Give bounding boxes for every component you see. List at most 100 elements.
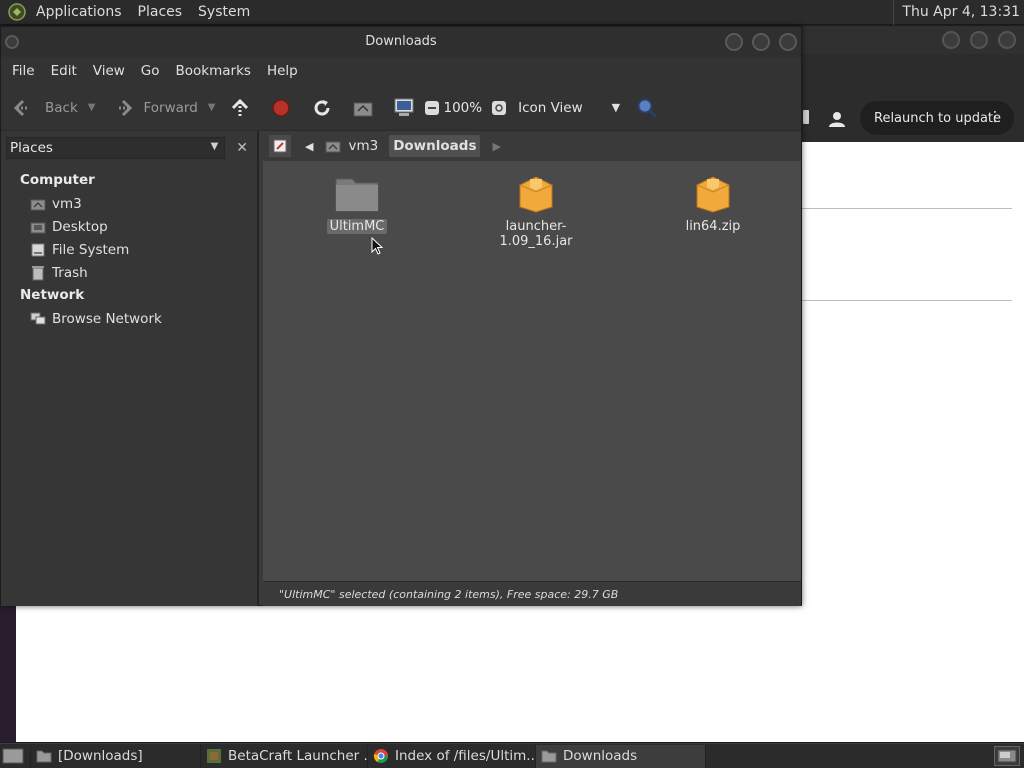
- desktop-folder-icon: [30, 219, 46, 235]
- sidebar-item-label: File System: [52, 241, 130, 258]
- show-desktop-button[interactable]: [0, 744, 31, 768]
- zoom-in-button[interactable]: [488, 92, 510, 124]
- close-sidebar-icon[interactable]: ✕: [231, 137, 253, 159]
- up-arrow-icon: [229, 97, 251, 119]
- sidebar-mode-select[interactable]: Places ▼: [6, 137, 226, 159]
- file-item[interactable]: UltimMC: [323, 173, 391, 234]
- forward-arrow-icon: [111, 97, 133, 119]
- drive-icon: [30, 242, 46, 258]
- back-button[interactable]: Back ▼: [13, 92, 95, 124]
- mouse-cursor-icon: [371, 237, 383, 255]
- computer-icon: [393, 97, 415, 119]
- crumb-vm3[interactable]: vm3: [325, 135, 378, 157]
- status-bar: "UltimMC" selected (containing 2 items),…: [263, 581, 801, 606]
- zoom-level[interactable]: 100%: [443, 92, 482, 124]
- file-item[interactable]: launcher-1.09_16.jar: [471, 173, 601, 249]
- profile-avatar-icon[interactable]: [826, 108, 848, 130]
- file-manager-window: Downloads File Edit View Go Bookmarks He…: [0, 26, 802, 606]
- file-name: lin64.zip: [685, 219, 741, 234]
- file-name: UltimMC: [326, 219, 388, 234]
- window-title: Downloads: [365, 34, 437, 49]
- folder-icon: [335, 178, 379, 212]
- sidebar-item-file-system[interactable]: File System: [1, 238, 257, 261]
- close-button[interactable]: [779, 33, 797, 51]
- home-folder-icon: [352, 97, 374, 119]
- back-arrow-icon: [13, 97, 35, 119]
- zoom-in-icon: [488, 97, 510, 119]
- toolbar: Back ▼ Forward ▼ 100% Icon View ▼: [1, 85, 801, 131]
- task-label: BetaCraft Launcher ...: [228, 748, 368, 764]
- task-downloads-minimized[interactable]: [Downloads]: [31, 744, 201, 768]
- folder-icon: [541, 748, 557, 764]
- browser-minimize-button[interactable]: [942, 31, 960, 49]
- edit-path-icon: [273, 139, 287, 153]
- crumb-downloads[interactable]: Downloads: [389, 135, 481, 157]
- sidebar-item-browse-network[interactable]: Browse Network: [1, 307, 257, 330]
- home-folder-icon: [30, 196, 46, 212]
- stop-button[interactable]: [270, 92, 292, 124]
- sidebar-item-label: vm3: [52, 195, 82, 212]
- browser-maximize-button[interactable]: [970, 31, 988, 49]
- sidebar-item-trash[interactable]: Trash: [1, 261, 257, 284]
- package-icon: [519, 176, 553, 213]
- forward-history-dropdown-icon[interactable]: ▼: [208, 102, 216, 113]
- minimize-button[interactable]: [725, 33, 743, 51]
- browser-close-button[interactable]: [998, 31, 1016, 49]
- menu-bookmarks[interactable]: Bookmarks: [168, 63, 259, 79]
- more-vertical-icon[interactable]: ⋮: [988, 109, 1002, 125]
- task-label: [Downloads]: [58, 748, 143, 764]
- menu-places[interactable]: Places: [130, 4, 191, 20]
- menu-file[interactable]: File: [4, 63, 43, 79]
- up-button[interactable]: [229, 92, 251, 124]
- search-button[interactable]: [636, 92, 658, 124]
- reload-button[interactable]: [311, 92, 333, 124]
- back-label: Back: [45, 99, 78, 116]
- task-label: Index of /files/Ultim...: [395, 748, 536, 764]
- home-button[interactable]: [352, 92, 374, 124]
- file-item[interactable]: lin64.zip: [673, 173, 753, 234]
- file-view[interactable]: UltimMC launcher-1.09_16.jar lin64.zip: [263, 161, 801, 581]
- folder-icon: [36, 748, 52, 764]
- computer-button[interactable]: [393, 92, 415, 124]
- path-bar: ◀ vm3 Downloads ▶: [263, 131, 801, 161]
- top-menu: Applications Places System: [0, 0, 258, 24]
- menu-applications[interactable]: Applications: [28, 4, 130, 20]
- back-history-dropdown-icon[interactable]: ▼: [88, 102, 96, 113]
- window-menu-button[interactable]: [5, 35, 19, 49]
- taskbar: [Downloads] BetaCraft Launcher ... Index…: [0, 743, 1024, 768]
- page-divider: [802, 300, 1012, 301]
- sidebar-item-vm3[interactable]: vm3: [1, 192, 257, 215]
- sidebar-item-desktop[interactable]: Desktop: [1, 215, 257, 238]
- relaunch-to-update-button[interactable]: Relaunch to update ⋮: [860, 101, 1014, 135]
- zoom-out-button[interactable]: [421, 92, 443, 124]
- menubar: File Edit View Go Bookmarks Help: [1, 57, 801, 85]
- window-titlebar[interactable]: Downloads: [1, 27, 801, 57]
- forward-button[interactable]: Forward ▼: [111, 92, 215, 124]
- workspace-switcher[interactable]: [994, 746, 1020, 766]
- desktop-strip: [0, 606, 16, 742]
- path-scroll-right-icon[interactable]: ▶: [492, 135, 500, 157]
- clock[interactable]: Thu Apr 4, 13:31: [893, 0, 1020, 25]
- toggle-location-entry-button[interactable]: [269, 135, 291, 157]
- maximize-button[interactable]: [752, 33, 770, 51]
- task-downloads-active[interactable]: Downloads: [536, 744, 706, 768]
- task-betacraft-launcher[interactable]: BetaCraft Launcher ...: [201, 744, 368, 768]
- sidebar: Places ▼ ✕ Computer vm3 Desktop File Sys…: [1, 131, 259, 606]
- menu-system[interactable]: System: [190, 4, 258, 20]
- menu-view[interactable]: View: [85, 63, 133, 79]
- forward-label: Forward: [143, 99, 198, 116]
- menu-edit[interactable]: Edit: [43, 63, 85, 79]
- sidebar-section-network: Network: [20, 287, 85, 303]
- page-divider: [802, 208, 1012, 209]
- menu-help[interactable]: Help: [259, 63, 306, 79]
- menu-go[interactable]: Go: [133, 63, 168, 79]
- sidebar-item-label: Browse Network: [52, 310, 162, 327]
- distro-logo-icon[interactable]: [6, 1, 28, 23]
- task-chrome-index[interactable]: Index of /files/Ultim...: [368, 744, 536, 768]
- chrome-icon: [373, 748, 389, 764]
- view-mode-select[interactable]: Icon View ▼: [514, 92, 624, 124]
- path-scroll-left-icon[interactable]: ◀: [305, 135, 313, 157]
- sidebar-item-label: Trash: [52, 264, 88, 281]
- sidebar-section-computer: Computer: [20, 172, 95, 188]
- trash-icon: [30, 265, 46, 281]
